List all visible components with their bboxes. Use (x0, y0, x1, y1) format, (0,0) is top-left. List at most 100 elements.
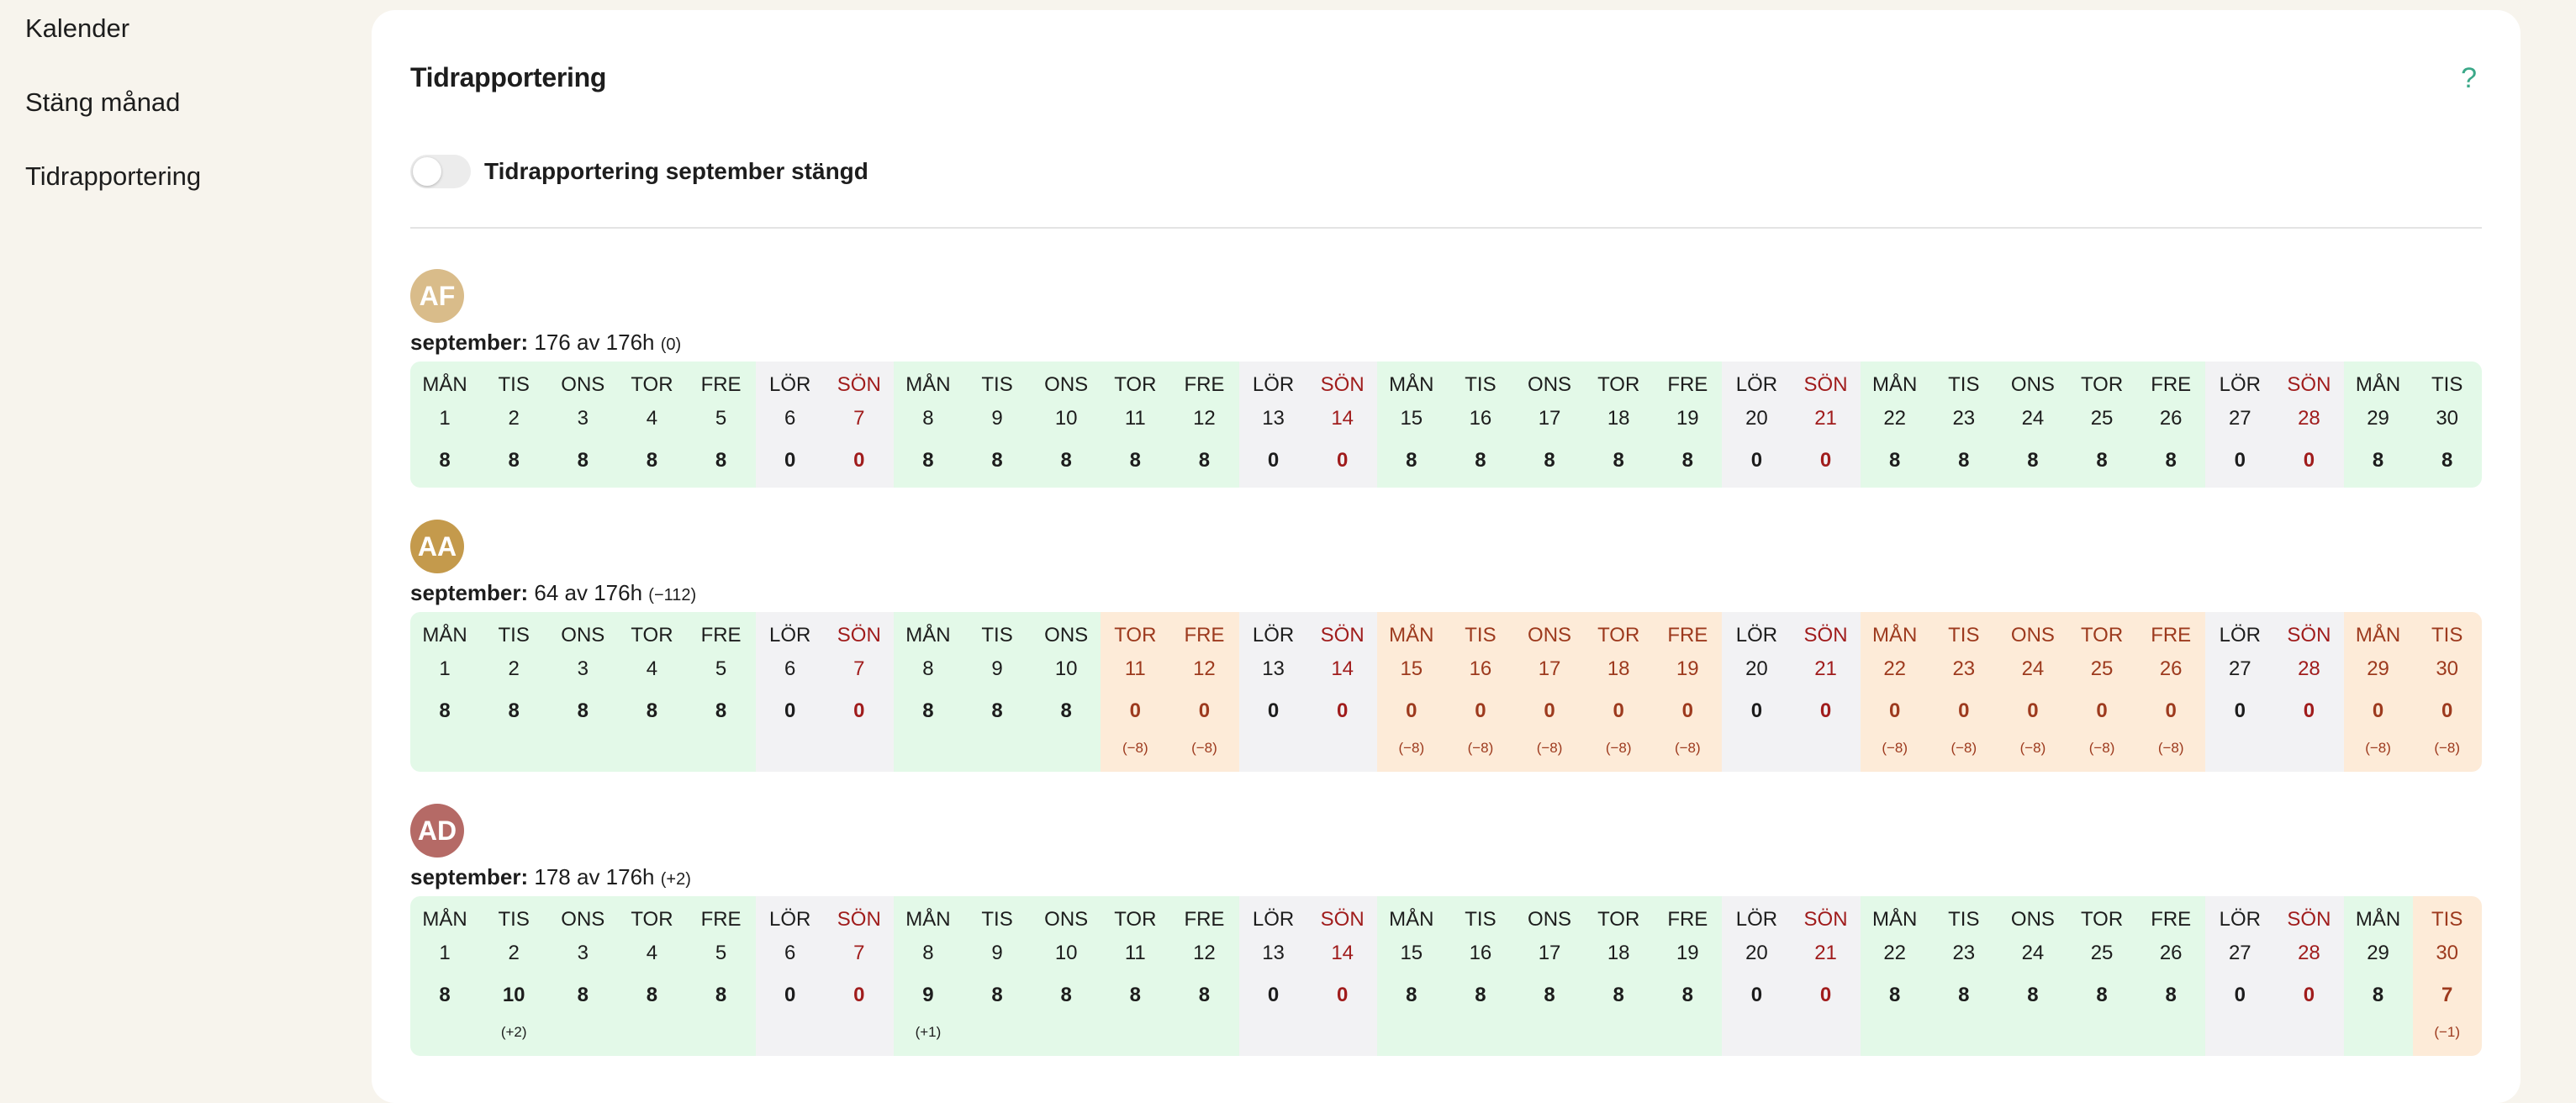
day-cell[interactable]: LÖR 6 0 (755, 362, 825, 488)
day-cell[interactable]: ONS 10 8 (1032, 896, 1101, 1056)
avatar[interactable]: AF (410, 269, 464, 323)
day-cell[interactable]: LÖR 13 0 (1238, 362, 1308, 488)
day-cell[interactable]: ONS 24 0 (−8) (1998, 612, 2067, 772)
day-cell[interactable]: MÅN 15 8 (1376, 896, 1446, 1056)
day-cell[interactable]: SÖN 28 0 (2274, 896, 2344, 1056)
day-cell[interactable]: FRE 5 8 (686, 362, 756, 488)
day-cell[interactable]: ONS 17 8 (1515, 896, 1585, 1056)
day-cell[interactable]: LÖR 27 0 (2205, 896, 2275, 1056)
day-cell[interactable]: MÅN 15 8 (1376, 362, 1446, 488)
day-cell[interactable]: FRE 26 0 (−8) (2136, 612, 2206, 772)
day-cell[interactable]: SÖN 7 0 (824, 896, 894, 1056)
avatar[interactable]: AD (410, 804, 464, 858)
day-cell[interactable]: LÖR 6 0 (755, 896, 825, 1056)
day-cell[interactable]: TIS 23 8 (1929, 362, 1998, 488)
day-cell[interactable]: SÖN 14 0 (1307, 896, 1377, 1056)
day-cell[interactable]: MÅN 8 8 (893, 612, 963, 772)
day-cell[interactable]: SÖN 28 0 (2274, 362, 2344, 488)
day-cell[interactable]: TOR 25 8 (2067, 362, 2137, 488)
day-cell[interactable]: FRE 19 0 (−8) (1653, 612, 1723, 772)
day-cell[interactable]: LÖR 20 0 (1722, 612, 1792, 772)
day-cell[interactable]: MÅN 29 0 (−8) (2343, 612, 2413, 772)
day-cell[interactable]: TIS 9 8 (963, 612, 1032, 772)
day-cell[interactable]: TOR 11 0 (−8) (1101, 612, 1170, 772)
day-cell[interactable]: TIS 2 10 (+2) (479, 896, 549, 1056)
day-cell[interactable]: FRE 19 8 (1653, 896, 1723, 1056)
avatar[interactable]: AA (410, 520, 464, 573)
summary-hours: 176 av 176h (534, 330, 655, 355)
day-cell[interactable]: FRE 5 8 (686, 612, 756, 772)
day-cell[interactable]: TOR 4 8 (617, 896, 687, 1056)
day-cell[interactable]: TIS 23 8 (1929, 896, 1998, 1056)
day-cell[interactable]: TOR 18 0 (−8) (1584, 612, 1654, 772)
day-cell[interactable]: ONS 10 8 (1032, 612, 1101, 772)
day-cell[interactable]: MÅN 29 8 (2343, 362, 2413, 488)
day-cell[interactable]: TOR 11 8 (1101, 896, 1170, 1056)
day-cell[interactable]: ONS 24 8 (1998, 362, 2067, 488)
day-cell[interactable]: TOR 11 8 (1101, 362, 1170, 488)
day-cell[interactable]: TIS 30 7 (−1) (2412, 896, 2482, 1056)
day-cell[interactable]: TOR 4 8 (617, 362, 687, 488)
day-cell[interactable]: TOR 25 0 (−8) (2067, 612, 2137, 772)
day-cell[interactable]: TIS 30 8 (2412, 362, 2482, 488)
day-cell[interactable]: TOR 18 8 (1584, 362, 1654, 488)
day-cell[interactable]: MÅN 1 8 (410, 362, 480, 488)
day-cell[interactable]: TOR 25 8 (2067, 896, 2137, 1056)
day-cell[interactable]: LÖR 27 0 (2205, 362, 2275, 488)
question-mark-icon[interactable]: ? (2461, 62, 2477, 95)
sidebar-item-tidrapportering[interactable]: Tidrapportering (25, 161, 201, 192)
day-cell[interactable]: MÅN 22 8 (1860, 362, 1929, 488)
day-cell[interactable]: TIS 16 8 (1445, 362, 1515, 488)
day-cell[interactable]: FRE 12 8 (1169, 896, 1239, 1056)
day-cell[interactable]: ONS 17 0 (−8) (1515, 612, 1585, 772)
day-cell[interactable]: ONS 3 8 (548, 362, 618, 488)
day-cell[interactable]: LÖR 6 0 (755, 612, 825, 772)
day-cell[interactable]: TIS 16 8 (1445, 896, 1515, 1056)
day-cell[interactable]: MÅN 1 8 (410, 612, 480, 772)
day-cell[interactable]: SÖN 7 0 (824, 612, 894, 772)
day-cell[interactable]: TIS 16 0 (−8) (1445, 612, 1515, 772)
day-cell[interactable]: SÖN 21 0 (1791, 612, 1861, 772)
day-cell[interactable]: SÖN 14 0 (1307, 612, 1377, 772)
day-cell[interactable]: LÖR 20 0 (1722, 896, 1792, 1056)
day-cell[interactable]: SÖN 28 0 (2274, 612, 2344, 772)
day-cell[interactable]: SÖN 14 0 (1307, 362, 1377, 488)
day-cell[interactable]: TIS 9 8 (963, 362, 1032, 488)
day-cell[interactable]: FRE 19 8 (1653, 362, 1723, 488)
day-cell[interactable]: FRE 26 8 (2136, 362, 2206, 488)
day-cell[interactable]: FRE 12 0 (−8) (1169, 612, 1239, 772)
day-cell[interactable]: TOR 4 8 (617, 612, 687, 772)
day-cell[interactable]: FRE 26 8 (2136, 896, 2206, 1056)
day-cell[interactable]: TIS 30 0 (−8) (2412, 612, 2482, 772)
day-cell[interactable]: MÅN 22 8 (1860, 896, 1929, 1056)
day-cell[interactable]: ONS 3 8 (548, 612, 618, 772)
day-cell[interactable]: LÖR 13 0 (1238, 896, 1308, 1056)
day-cell[interactable]: TIS 9 8 (963, 896, 1032, 1056)
day-cell[interactable]: MÅN 15 0 (−8) (1376, 612, 1446, 772)
day-cell[interactable]: TOR 18 8 (1584, 896, 1654, 1056)
day-cell[interactable]: LÖR 27 0 (2205, 612, 2275, 772)
day-cell[interactable]: TIS 23 0 (−8) (1929, 612, 1998, 772)
day-cell[interactable]: MÅN 8 9 (+1) (893, 896, 963, 1056)
day-cell[interactable]: ONS 10 8 (1032, 362, 1101, 488)
month-closed-toggle[interactable] (410, 155, 471, 188)
day-cell[interactable]: SÖN 21 0 (1791, 896, 1861, 1056)
day-cell[interactable]: ONS 3 8 (548, 896, 618, 1056)
day-cell[interactable]: SÖN 21 0 (1791, 362, 1861, 488)
day-cell[interactable]: MÅN 22 0 (−8) (1860, 612, 1929, 772)
day-cell[interactable]: ONS 17 8 (1515, 362, 1585, 488)
day-cell[interactable]: MÅN 1 8 (410, 896, 480, 1056)
sidebar-item-stang-manad[interactable]: Stäng månad (25, 87, 180, 118)
day-name: SÖN (1803, 908, 1848, 931)
day-cell[interactable]: LÖR 20 0 (1722, 362, 1792, 488)
day-cell[interactable]: LÖR 13 0 (1238, 612, 1308, 772)
day-cell[interactable]: FRE 12 8 (1169, 362, 1239, 488)
day-cell[interactable]: MÅN 8 8 (893, 362, 963, 488)
day-cell[interactable]: MÅN 29 8 (2343, 896, 2413, 1056)
day-cell[interactable]: ONS 24 8 (1998, 896, 2067, 1056)
day-cell[interactable]: TIS 2 8 (479, 612, 549, 772)
day-cell[interactable]: TIS 2 8 (479, 362, 549, 488)
day-cell[interactable]: SÖN 7 0 (824, 362, 894, 488)
day-cell[interactable]: FRE 5 8 (686, 896, 756, 1056)
sidebar-item-kalender[interactable]: Kalender (25, 13, 129, 44)
